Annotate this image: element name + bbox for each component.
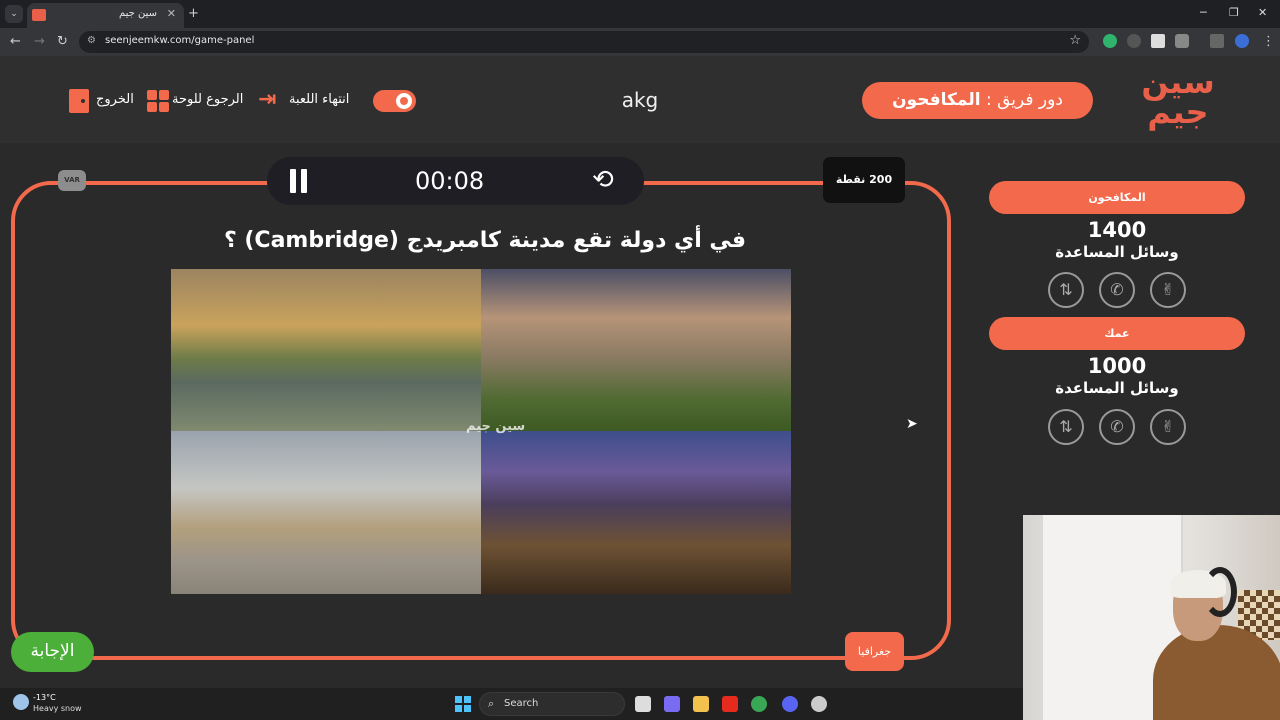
chrome-icon[interactable]	[751, 696, 767, 712]
search-placeholder: Search	[504, 698, 539, 709]
question-text: في أي دولة تقع مدينة كامبريدج (Cambridge…	[223, 228, 747, 253]
tab-close-icon[interactable]: ✕	[167, 7, 176, 20]
extension-icon[interactable]	[1151, 34, 1165, 48]
minimize-icon[interactable]: ─	[1200, 6, 1207, 19]
discord-icon[interactable]	[782, 696, 798, 712]
points-badge: 200 نقطة	[823, 157, 905, 203]
forward-icon[interactable]: →	[34, 34, 45, 49]
call-swap-help-icon[interactable]: ⇅	[1048, 272, 1084, 308]
reset-timer-icon[interactable]: ⟲	[592, 165, 614, 195]
end-game-label[interactable]: انتهاء اللعبة	[289, 92, 349, 107]
site-logo: سين جيم	[1141, 63, 1215, 131]
phone-help-icon[interactable]: ✆	[1099, 409, 1135, 445]
question-image-collage: سين جيم	[171, 269, 791, 594]
board-grid-icon[interactable]	[147, 90, 169, 112]
helps-label: وسائل المساعدة	[1055, 243, 1179, 261]
toggle-knob	[396, 93, 412, 109]
team-score: 1400	[1087, 218, 1147, 242]
menu-icon[interactable]: ⋮	[1262, 34, 1275, 49]
taskbar-search[interactable]: ⌕ Search	[479, 692, 625, 716]
answer-button[interactable]: الإجابة	[11, 632, 94, 672]
timer-bar: 00:08 ⟲	[267, 157, 644, 205]
turn-team-name: المكافحون	[892, 90, 981, 110]
exit-label[interactable]: الخروج	[96, 92, 134, 107]
task-view-icon[interactable]	[635, 696, 651, 712]
windows-taskbar: -13°C Heavy snow ⌕ Search	[0, 688, 1023, 720]
weather-description[interactable]: Heavy snow	[33, 704, 82, 713]
windows-start-icon[interactable]	[455, 696, 471, 712]
extensions-puzzle-icon[interactable]	[1175, 34, 1189, 48]
tab-title: سين جيم	[118, 8, 157, 19]
cambridge-aerial-image	[481, 269, 791, 431]
turn-indicator: دور فريق : المكافحون	[862, 82, 1093, 119]
player-name: akg	[621, 88, 659, 112]
end-game-arrow-icon[interactable]: ⇥	[258, 89, 276, 111]
youtube-icon[interactable]	[722, 696, 738, 712]
back-to-board-label[interactable]: الرجوع للوحة	[172, 92, 243, 107]
victory-hand-help-icon[interactable]: ✌	[1150, 272, 1186, 308]
tab-search-icon[interactable]	[1210, 34, 1224, 48]
url-text: seenjeemkw.com/game-panel	[105, 35, 255, 46]
weather-temperature[interactable]: -13°C	[33, 693, 56, 702]
webcam-overlay	[1023, 515, 1280, 720]
grammarly-icon[interactable]	[1103, 34, 1117, 48]
cambridge-street-image	[171, 431, 481, 594]
profile-icon[interactable]	[1235, 34, 1249, 48]
close-window-icon[interactable]: ✕	[1258, 6, 1267, 19]
site-info-icon[interactable]: ⚙	[87, 35, 96, 46]
copilot-icon[interactable]	[664, 696, 680, 712]
turn-prefix: دور فريق :	[980, 90, 1063, 110]
timer: 00:08	[415, 167, 485, 195]
cambridge-river-image	[171, 269, 481, 431]
call-swap-help-icon[interactable]: ⇅	[1048, 409, 1084, 445]
restore-icon[interactable]: ❐	[1229, 6, 1239, 19]
weather-snow-icon[interactable]	[13, 694, 29, 710]
back-icon[interactable]: ←	[10, 34, 21, 49]
reload-icon[interactable]: ↻	[57, 34, 68, 49]
file-explorer-icon[interactable]	[693, 696, 709, 712]
end-game-toggle[interactable]	[373, 90, 416, 112]
headphones-icon	[1203, 567, 1237, 617]
pause-icon[interactable]	[289, 169, 309, 193]
search-icon: ⌕	[488, 697, 495, 710]
game-header: سين جيم دور فريق : المكافحون akg انتهاء …	[0, 56, 1280, 143]
victory-hand-help-icon[interactable]: ✌	[1150, 409, 1186, 445]
extension-icon[interactable]	[1127, 34, 1141, 48]
mouse-cursor-icon: ➤	[906, 416, 918, 432]
team-score: 1000	[1087, 354, 1147, 378]
exit-door-icon[interactable]	[69, 89, 89, 113]
category-badge: جغرافيا	[845, 632, 904, 671]
team-name-pill: المكافحون	[989, 181, 1245, 214]
site-favicon-icon	[32, 9, 46, 21]
browser-toolbar: ← → ↻ ⚙ seenjeemkw.com/game-panel ☆ ⋮	[0, 28, 1280, 56]
address-bar[interactable]: ⚙ seenjeemkw.com/game-panel ☆	[79, 31, 1089, 53]
phone-help-icon[interactable]: ✆	[1099, 272, 1135, 308]
team-name-pill: عمك	[989, 317, 1245, 350]
browser-tab[interactable]: سين جيم ✕	[27, 3, 184, 28]
app-icon[interactable]	[811, 696, 827, 712]
tab-search-button[interactable]: ⌄	[5, 5, 23, 23]
watermark-logo: سين جيم	[466, 419, 526, 434]
bookmark-star-icon[interactable]: ☆	[1069, 33, 1081, 48]
cambridge-night-image	[481, 431, 791, 594]
new-tab-icon[interactable]: +	[188, 6, 199, 21]
helps-label: وسائل المساعدة	[1055, 379, 1179, 397]
browser-tab-bar: ⌄ سين جيم ✕ + ─ ❐ ✕	[0, 0, 1280, 28]
var-button[interactable]: VAR	[58, 170, 86, 191]
